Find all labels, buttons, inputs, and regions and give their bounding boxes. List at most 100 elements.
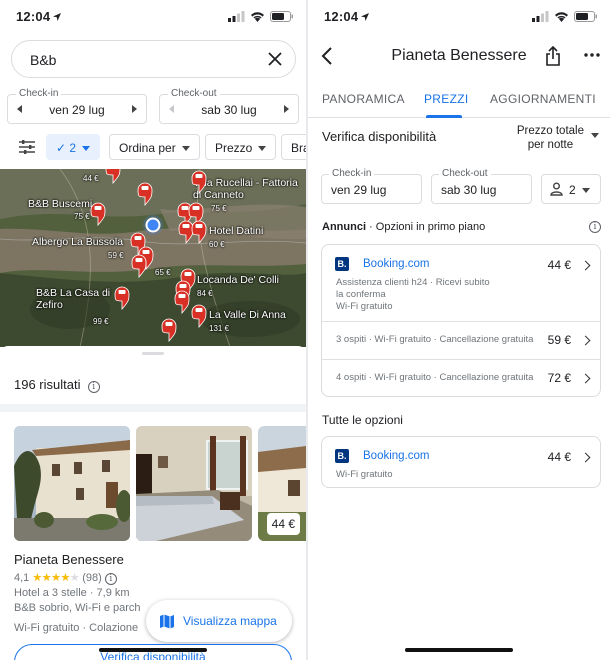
hotel-pin-icon[interactable] (131, 254, 147, 278)
chevron-right-icon (580, 335, 591, 346)
home-indicator[interactable] (99, 648, 207, 652)
info-icon[interactable]: i (87, 381, 100, 393)
offer-details: 3 ospiti · Wi-Fi gratuito · Cancellazion… (336, 334, 534, 345)
hotel-name[interactable]: Pianeta Benessere (14, 552, 124, 567)
check-icon: ✓ (56, 141, 67, 155)
signal-icon (532, 11, 549, 22)
hotel-class-distance: Hotel a 3 stelle · 7,9 km (14, 587, 130, 599)
sheet-drag-handle[interactable] (142, 352, 164, 355)
rating-stars-filled: ★★★★★ (32, 572, 70, 584)
status-time: 12:04 (16, 9, 51, 24)
provider-desc-1: Assistenza clienti h24 · Ricevi subito (336, 277, 490, 288)
more-options-icon[interactable] (584, 52, 600, 58)
check-availability-heading: Verifica disponibilità (322, 129, 437, 144)
offer-price: 44 € (547, 258, 571, 272)
hotel-pin-icon[interactable] (90, 202, 106, 226)
price-mode-line2: per notte (527, 139, 574, 151)
tab-aggiornamenti[interactable]: AGGIORNAMENTI (490, 92, 596, 106)
chevron-down-icon (582, 188, 590, 193)
info-icon[interactable]: i (589, 221, 601, 233)
price-chip-label: Prezzo (215, 141, 253, 155)
hotel-pin-icon[interactable] (161, 318, 177, 342)
all-options-heading: Tutte le opzioni (322, 413, 403, 427)
battery-icon (574, 11, 597, 22)
provider-name: Booking.com (363, 258, 430, 270)
show-map-button[interactable]: Visualizza mappa (146, 600, 292, 642)
chevron-down-icon[interactable] (591, 133, 599, 138)
guests-selector[interactable]: 2 (541, 174, 601, 204)
featured-offer-card: B. Booking.com 44 € Assistenza clienti h… (321, 244, 601, 397)
hotel-photo-exterior[interactable] (14, 426, 130, 541)
guests-chip[interactable]: ✓ 2 (46, 134, 101, 160)
offer-price: 59 € (547, 333, 571, 347)
home-indicator[interactable] (405, 648, 513, 652)
option-card[interactable]: B. Booking.com 44 € Wi-Fi gratuito (321, 436, 601, 488)
checkout-date-field[interactable]: Check-out sab 30 lug (431, 168, 532, 204)
offer-price: 72 € (547, 371, 571, 385)
brand-chip[interactable]: Bra (281, 134, 306, 160)
hotel-amenities: Wi-Fi gratuito · Colazione (14, 622, 139, 634)
hotel-pin-icon[interactable] (191, 170, 207, 194)
review-count[interactable]: (98) (82, 572, 102, 584)
offer-row[interactable]: 3 ospiti · Wi-Fi gratuito · Cancellazion… (322, 322, 600, 359)
offer-row[interactable]: 4 ospiti · Wi-Fi gratuito · Cancellazion… (322, 360, 600, 397)
hotel-description: B&B sobrio, Wi-Fi e parch (14, 602, 141, 614)
location-arrow-icon (53, 13, 62, 21)
offer-price: 44 € (547, 450, 571, 464)
hotel-pin-icon[interactable] (105, 169, 121, 184)
chevron-down-icon (82, 146, 91, 151)
price-mode-line1: Prezzo totale (516, 125, 584, 137)
check-availability-button[interactable]: Verifica disponibilità (14, 644, 292, 660)
map-icon (160, 614, 174, 629)
featured-offer-main[interactable]: B. Booking.com 44 € Assistenza clienti h… (322, 245, 600, 321)
status-time: 12:04 (324, 9, 359, 24)
hotel-prices-screen: 12:04 Pianeta Benessere PANORAMICA PREZZ… (308, 0, 610, 660)
price-mode-selector[interactable]: Prezzo totale per notte (517, 124, 584, 152)
hotel-pin-icon[interactable] (178, 220, 194, 244)
sort-chip[interactable]: Ordina per (109, 134, 200, 160)
satellite-map[interactable]: 44 € Villa Rucellai - Fattoria di Cannet… (0, 169, 306, 347)
clear-search-icon[interactable] (265, 49, 285, 69)
next-date-icon[interactable] (284, 105, 289, 113)
chevron-down-icon (181, 146, 190, 151)
chevron-down-icon (258, 146, 267, 151)
checkin-value: ven 29 lug (331, 183, 387, 197)
person-icon (550, 182, 563, 196)
share-icon[interactable] (545, 46, 561, 66)
signal-icon (228, 11, 245, 22)
hotel-pin-icon[interactable] (191, 220, 207, 244)
hotel-photo-garden[interactable]: 44 € (258, 426, 306, 541)
hotel-rating-row: 4,1 ★★★★★ ★★★★★ (98) i (14, 571, 117, 585)
hotel-pin-icon[interactable] (137, 182, 153, 206)
next-date-icon[interactable] (132, 105, 137, 113)
hotel-pin-icon[interactable] (174, 290, 190, 314)
offer-details: 4 ospiti · Wi-Fi gratuito · Cancellazion… (336, 372, 534, 383)
hotel-price-badge: 44 € (266, 513, 300, 535)
hotel-pin-icon[interactable] (114, 286, 130, 310)
hotel-pin-icon[interactable] (191, 304, 207, 328)
price-chip[interactable]: Prezzo (205, 134, 277, 160)
ads-heading: Annunci · Opzioni in primo piano (322, 221, 485, 233)
wifi-icon (555, 12, 568, 22)
filters-icon[interactable] (18, 139, 36, 155)
checkin-value: ven 29 lug (49, 103, 105, 117)
sort-chip-label: Ordina per (119, 141, 176, 155)
checkin-label: Check-in (329, 168, 375, 179)
guests-chip-value: 2 (69, 141, 77, 155)
battery-icon (270, 11, 293, 22)
search-input[interactable]: B&b (11, 40, 296, 78)
provider-name: Booking.com (363, 450, 430, 462)
chevron-right-icon (580, 373, 591, 384)
tab-bar: PANORAMICA PREZZI AGGIORNAMENTI (308, 84, 610, 118)
exterior-image (14, 426, 130, 541)
hotel-photo-bedroom[interactable] (136, 426, 252, 541)
checkout-date-picker[interactable]: Check-out sab 30 lug (159, 88, 299, 124)
checkin-date-field[interactable]: Check-in ven 29 lug (321, 168, 422, 204)
results-count: 196 risultati (14, 377, 81, 392)
checkout-value: sab 30 lug (441, 183, 497, 197)
checkin-date-picker[interactable]: Check-in ven 29 lug (7, 88, 147, 124)
tab-panoramica[interactable]: PANORAMICA (322, 92, 405, 106)
info-icon[interactable]: i (104, 573, 117, 585)
checkout-value: sab 30 lug (201, 103, 257, 117)
tab-prezzi[interactable]: PREZZI (424, 92, 468, 106)
